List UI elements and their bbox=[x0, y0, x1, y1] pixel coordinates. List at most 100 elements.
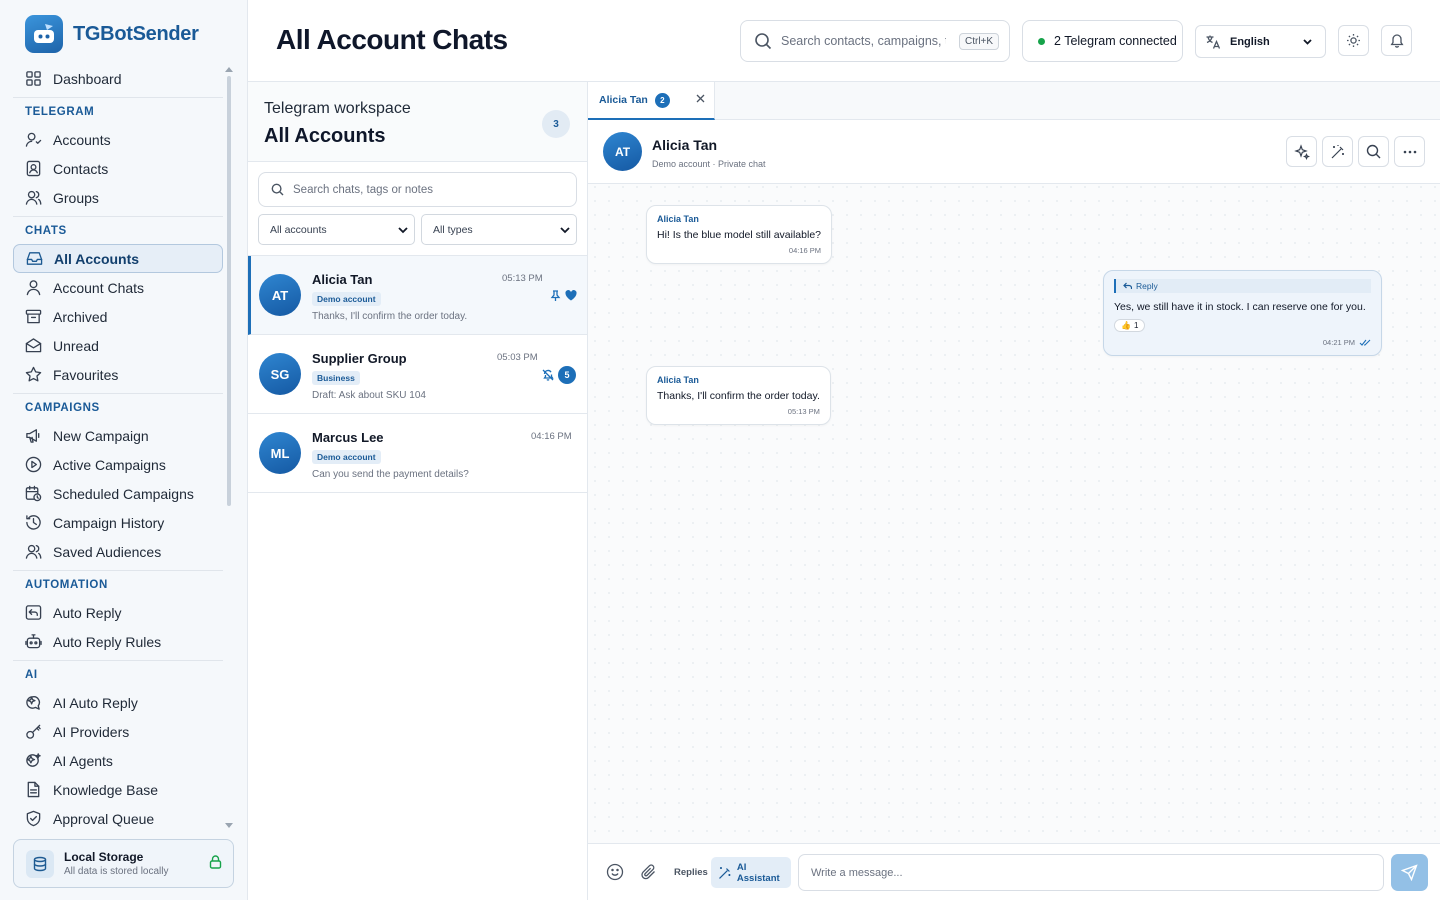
message-sender: Alicia Tan bbox=[657, 214, 699, 224]
contacts-icon bbox=[26, 160, 41, 177]
tab-label: Alicia Tan bbox=[599, 94, 648, 106]
chat-row-marcus-lee[interactable]: ML Marcus Lee 04:16 PM Demo account Can … bbox=[248, 414, 587, 493]
reaction-emoji: 👍 bbox=[1121, 321, 1131, 330]
ai-assistant-button[interactable]: AI Assistant bbox=[711, 857, 791, 888]
chat-row-supplier-group[interactable]: SG Supplier Group 05:03 PM Business Draf… bbox=[248, 335, 587, 414]
emoji-icon[interactable] bbox=[606, 863, 624, 881]
telegram-status[interactable]: 2 Telegram connected bbox=[1022, 20, 1183, 62]
global-search[interactable]: Search contacts, campaigns, t... Ctrl+K bbox=[740, 20, 1010, 62]
reply-reference[interactable]: Reply bbox=[1114, 279, 1371, 293]
inbox-icon bbox=[26, 252, 43, 265]
sidebar-item-label: AI Auto Reply bbox=[53, 694, 138, 711]
avatar: AT bbox=[259, 274, 301, 316]
sidebar-item-groups[interactable]: Groups bbox=[13, 183, 223, 212]
ai-sparkle-button[interactable] bbox=[1286, 136, 1317, 167]
chat-search-input[interactable]: Search chats, tags or notes bbox=[258, 172, 577, 207]
status-dot bbox=[1038, 37, 1045, 45]
unread-badge: 5 bbox=[558, 366, 576, 384]
sidebar-item-label: New Campaign bbox=[53, 427, 149, 444]
translate-icon bbox=[1206, 35, 1221, 49]
sidebar-item-auto-reply-rules[interactable]: Auto Reply Rules bbox=[13, 627, 223, 656]
chat-row-alicia-tan[interactable]: AT Alicia Tan 05:13 PM Demo account Than… bbox=[248, 256, 587, 335]
paperclip-icon[interactable] bbox=[640, 863, 657, 881]
history-icon bbox=[26, 515, 41, 530]
local-storage-card[interactable]: Local Storage All data is stored locally bbox=[13, 839, 234, 888]
close-icon[interactable] bbox=[696, 94, 705, 103]
search-icon bbox=[271, 183, 284, 196]
sidebar-item-favourites[interactable]: Favourites bbox=[13, 360, 223, 389]
sidebar-item-label: AI Providers bbox=[53, 723, 130, 740]
sidebar-section-ai: AI bbox=[13, 660, 223, 688]
sidebar-item-contacts[interactable]: Contacts bbox=[13, 154, 223, 183]
global-search-placeholder: Search contacts, campaigns, t... bbox=[781, 34, 946, 48]
sidebar-item-ai-auto-reply[interactable]: AI Auto Reply bbox=[13, 688, 223, 717]
conversation-panel: Alicia Tan 2 AT Alicia Tan Demo account … bbox=[588, 82, 1440, 900]
sidebar-section-campaigns: CAMPAIGNS bbox=[13, 393, 223, 421]
sidebar-item-label: Auto Reply Rules bbox=[53, 633, 162, 650]
more-options-button[interactable] bbox=[1394, 136, 1425, 167]
pin-icon bbox=[550, 290, 561, 301]
sidebar-item-ai-agents[interactable]: AI Agents bbox=[13, 746, 223, 775]
sidebar-scrollbar[interactable] bbox=[227, 76, 231, 506]
type-filter-select[interactable]: All types bbox=[421, 214, 577, 245]
sidebar-item-unread[interactable]: Unread bbox=[13, 331, 223, 360]
sidebar-item-label: Active Campaigns bbox=[53, 456, 166, 473]
sidebar-item-active-campaigns[interactable]: Active Campaigns bbox=[13, 450, 223, 479]
brand[interactable]: TGBotSender bbox=[25, 15, 199, 53]
sidebar-item-label: Favourites bbox=[53, 366, 119, 383]
chat-preview: Draft: Ask about SKU 104 bbox=[312, 390, 426, 401]
send-button[interactable] bbox=[1391, 854, 1428, 891]
message-incoming[interactable]: Alicia Tan Thanks, I'll confirm the orde… bbox=[646, 366, 831, 425]
tab-badge: 2 bbox=[654, 92, 670, 108]
chat-list-title: All Accounts bbox=[264, 125, 386, 147]
tab-alicia-tan[interactable]: Alicia Tan 2 bbox=[588, 82, 715, 120]
message-meta: 04:21 PM bbox=[1114, 338, 1371, 347]
language-label: English bbox=[1230, 35, 1270, 48]
message-input[interactable] bbox=[798, 854, 1384, 891]
sidebar-item-label: Auto Reply bbox=[53, 604, 122, 621]
contact-subtitle: Demo account · Private chat bbox=[652, 159, 766, 169]
sidebar-item-knowledge-base[interactable]: Knowledge Base bbox=[13, 775, 223, 804]
sidebar-item-dashboard[interactable]: Dashboard bbox=[13, 64, 223, 93]
sidebar-item-label: Archived bbox=[53, 308, 108, 325]
sidebar-item-saved-audiences[interactable]: Saved Audiences bbox=[13, 537, 223, 566]
reaction-chip[interactable]: 👍 1 bbox=[1114, 319, 1146, 332]
sidebar-item-label: Dashboard bbox=[53, 70, 122, 87]
sidebar-item-label: Groups bbox=[53, 189, 99, 206]
bell-icon bbox=[1390, 34, 1403, 48]
app-logo-icon bbox=[25, 15, 63, 53]
play-circle-icon bbox=[25, 456, 42, 473]
sidebar-item-new-campaign[interactable]: New Campaign bbox=[13, 421, 223, 450]
sidebar-item-scheduled-campaigns[interactable]: Scheduled Campaigns bbox=[13, 479, 223, 508]
theme-toggle-button[interactable] bbox=[1338, 25, 1369, 56]
sidebar-item-archived[interactable]: Archived bbox=[13, 302, 223, 331]
sidebar-item-account-chats[interactable]: Account Chats bbox=[13, 273, 223, 302]
sidebar-item-all-accounts[interactable]: All Accounts bbox=[13, 244, 223, 273]
language-select[interactable]: English bbox=[1195, 25, 1326, 58]
scroll-down-icon[interactable] bbox=[225, 823, 233, 829]
app-root: TGBotSender Dashboard TELEGRAM Accounts Con… bbox=[0, 0, 1440, 900]
chat-list-header: Telegram workspace All Accounts 3 bbox=[248, 82, 587, 162]
notifications-button[interactable] bbox=[1381, 25, 1412, 56]
chat-tag: Demo account bbox=[312, 450, 381, 464]
search-chat-button[interactable] bbox=[1358, 136, 1389, 167]
scroll-up-icon[interactable] bbox=[225, 66, 233, 72]
star-icon bbox=[25, 366, 42, 382]
sidebar-item-ai-providers[interactable]: AI Providers bbox=[13, 717, 223, 746]
message-incoming[interactable]: Alicia Tan Hi! Is the blue model still a… bbox=[646, 205, 833, 264]
sidebar-item-auto-reply[interactable]: Auto Reply bbox=[13, 598, 223, 627]
bell-off-icon bbox=[542, 369, 554, 381]
sidebar-item-approval-queue[interactable]: Approval Queue bbox=[13, 804, 223, 832]
avatar: AT bbox=[603, 132, 642, 171]
search-icon bbox=[755, 33, 772, 50]
message-outgoing[interactable]: Reply Yes, we still have it in stock. I … bbox=[1103, 270, 1382, 356]
message-text: Hi! Is the blue model still available? bbox=[657, 229, 822, 241]
avatar: SG bbox=[259, 353, 301, 395]
sidebar-item-accounts[interactable]: Accounts bbox=[13, 125, 223, 154]
account-filter-select[interactable]: All accounts bbox=[258, 214, 415, 245]
heart-icon bbox=[565, 290, 577, 301]
magic-wand-button[interactable] bbox=[1322, 136, 1353, 167]
send-icon bbox=[1401, 864, 1418, 881]
replies-button[interactable]: Replies bbox=[674, 867, 708, 878]
sidebar-item-campaign-history[interactable]: Campaign History bbox=[13, 508, 223, 537]
